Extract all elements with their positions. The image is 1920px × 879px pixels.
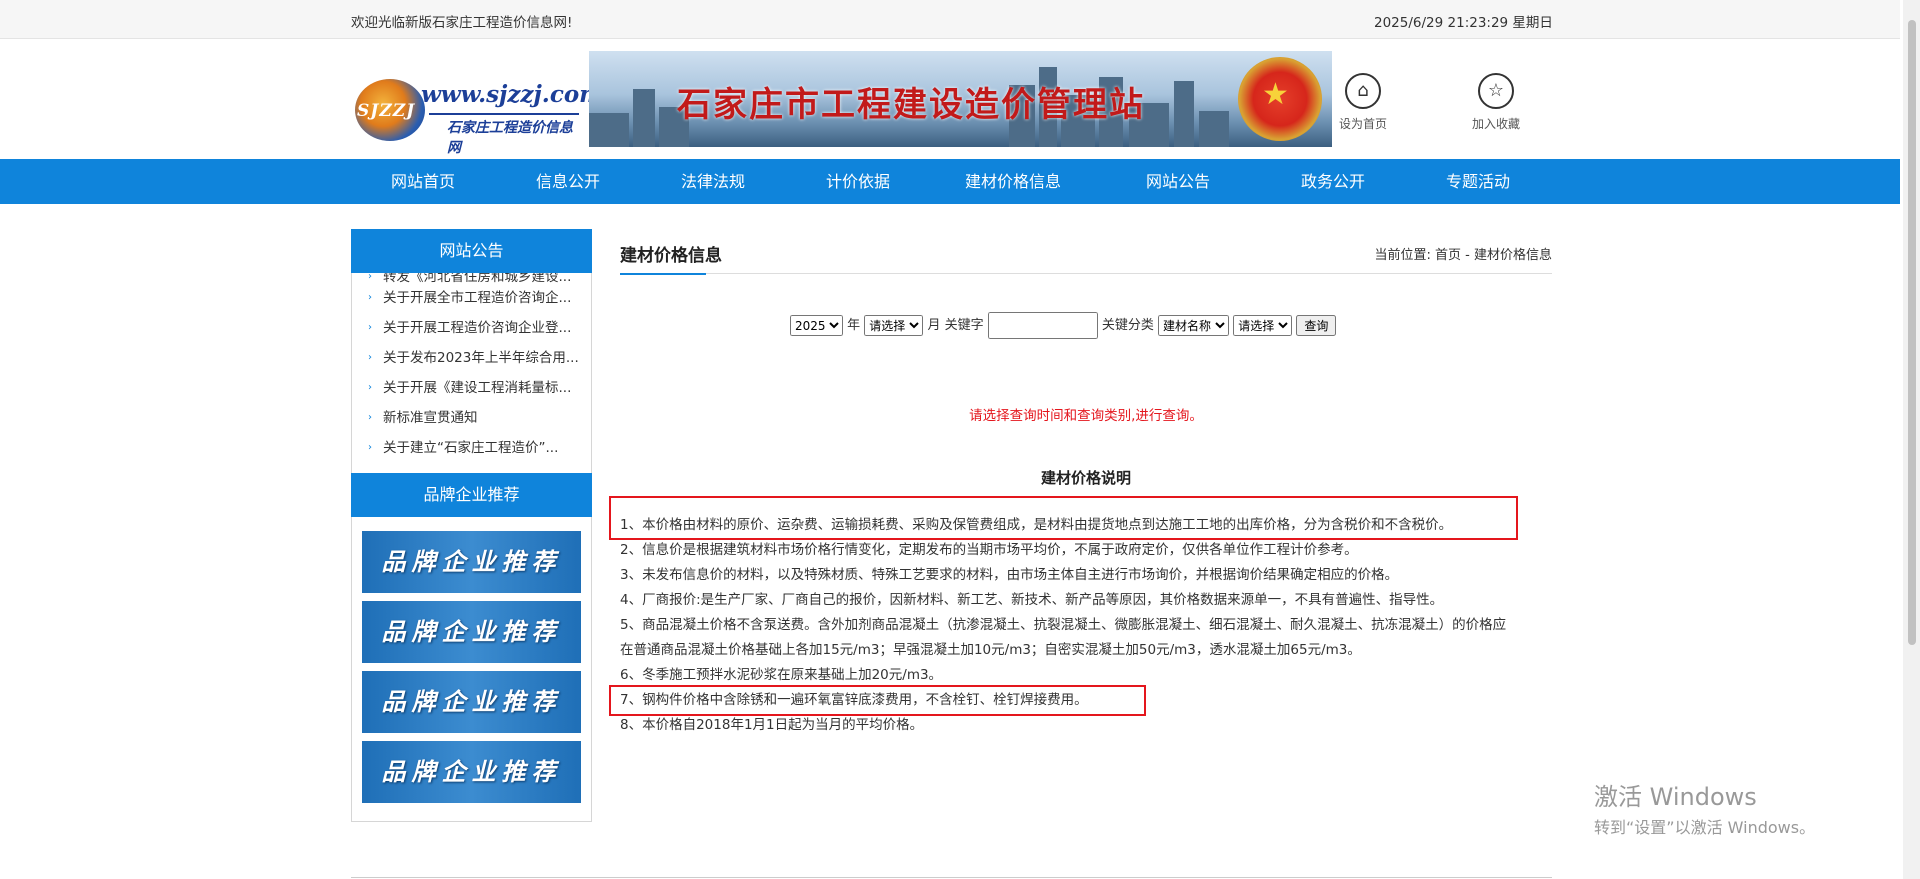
logo-url: www.sjzzj.com <box>421 81 604 108</box>
watermark-line-2: 转到“设置”以激活 Windows。 <box>1594 818 1816 837</box>
explanation-line: 5、商品混凝土价格不含泵送费。含外加剂商品混凝土（抗渗混凝土、抗裂混凝土、微膨胀… <box>620 617 1507 633</box>
scrollbar-thumb[interactable] <box>1908 20 1916 645</box>
notice-item[interactable]: › 关于开展工程造价咨询企业登... <box>368 313 591 343</box>
page-title: 建材价格信息 <box>620 246 722 266</box>
nav-government-affairs[interactable]: 政务公开 <box>1301 159 1365 204</box>
date-time: 2025/6/29 21:23:29 星期日 <box>1374 15 1553 31</box>
banner-title: 石家庄市工程建设造价管理站 <box>677 85 1145 125</box>
category-label: 关键分类 <box>1101 318 1154 333</box>
keyword-label: 关键字 <box>944 318 984 333</box>
month-select[interactable]: 请选择 <box>864 315 924 336</box>
explanation-line: 3、未发布信息价的材料，以及特殊材质、特殊工艺要求的材料，由市场主体自主进行市场… <box>620 567 1399 583</box>
watermark-line-1: 激活 Windows <box>1594 783 1757 811</box>
subcategory-select[interactable]: 请选择 <box>1233 315 1293 336</box>
notice-panel-title: 网站公告 <box>351 229 592 273</box>
logo-subtitle: 石家庄工程造价信息网 <box>447 120 573 156</box>
sidebar: 网站公告 › 转发《河北省住房和城乡建设... › 关于开展全市工程造价咨询企...… <box>351 229 592 822</box>
keyword-input[interactable] <box>987 312 1098 339</box>
notice-item[interactable]: › 关于开展全市工程造价咨询企... <box>368 283 591 313</box>
nav-laws[interactable]: 法律法规 <box>681 159 745 204</box>
nav-info-public[interactable]: 信息公开 <box>536 159 600 204</box>
activation-watermark: 激活 Windows 转到“设置”以激活 Windows。 <box>1594 777 1815 838</box>
top-bar: 欢迎光临新版石家庄工程造价信息网! 2025/6/29 21:23:29 星期日 <box>0 0 1900 39</box>
nav-home[interactable]: 网站首页 <box>391 159 455 204</box>
notice-item[interactable]: › 关于发布2023年上半年综合用... <box>368 343 591 373</box>
brand-list: 品牌企业推荐 品牌企业推荐 品牌企业推荐 品牌企业推荐 <box>351 517 592 822</box>
brand-banner[interactable]: 品牌企业推荐 <box>362 741 581 803</box>
notice-list: › 转发《河北省住房和城乡建设... › 关于开展全市工程造价咨询企... › 关于开… <box>351 273 592 473</box>
notice-item[interactable]: › 关于开展《建设工程消耗量标... <box>368 373 591 403</box>
brand-banner[interactable]: 品牌企业推荐 <box>362 531 581 593</box>
nav-material-prices[interactable]: 建材价格信息 <box>965 159 1061 204</box>
year-select[interactable]: 2025 <box>790 315 843 336</box>
year-label: 年 <box>847 318 861 333</box>
logo-divider <box>429 113 579 115</box>
category-select[interactable]: 建材名称 <box>1158 315 1230 336</box>
title-underline <box>620 273 706 275</box>
set-homepage-label: 设为首页 <box>1338 117 1387 131</box>
notice-item[interactable]: › 关于建立“石家庄工程造价”... <box>368 433 591 463</box>
content-header: 建材价格信息 当前位置: 首页 - 建材价格信息 <box>620 229 1552 275</box>
notice-item[interactable]: › 新标准宣贯通知 <box>368 403 591 433</box>
explanation-line: 8、本价格自2018年1月1日起为当月的平均价格。 <box>620 717 924 733</box>
national-emblem-icon: ★ <box>1238 57 1322 141</box>
query-warning: 请选择查询时间和查询类别,进行查询。 <box>969 408 1203 424</box>
welcome-text: 欢迎光临新版石家庄工程造价信息网! <box>351 15 573 31</box>
highlight-box <box>609 685 1146 716</box>
header: SJZZJ www.sjzzj.com 石家庄工程造价信息网 石家庄市工程建设造… <box>0 39 1900 159</box>
nav-special-events[interactable]: 专题活动 <box>1446 159 1510 204</box>
explanation-line: 2、信息价是根据建筑材料市场价格行情变化，定期发布的当期市场平均价，不属于政府定… <box>620 542 1358 558</box>
highlight-box <box>609 496 1518 540</box>
month-label: 月 <box>927 318 941 333</box>
query-button[interactable]: 查询 <box>1296 315 1337 336</box>
header-banner: 石家庄市工程建设造价管理站 ★ <box>589 51 1332 147</box>
add-favorite-label: 加入收藏 <box>1471 117 1520 131</box>
set-homepage-button[interactable]: ⌂ 设为首页 <box>1318 73 1408 132</box>
brand-banner[interactable]: 品牌企业推荐 <box>362 671 581 733</box>
explanation-title: 建材价格说明 <box>1040 469 1131 487</box>
nav-pricing-basis[interactable]: 计价依据 <box>826 159 890 204</box>
search-form: 2025 年 请选择 月 关键字 关键分类 建材名称 请选择 查询 <box>790 312 1337 339</box>
home-icon: ⌂ <box>1345 73 1381 109</box>
brand-banner[interactable]: 品牌企业推荐 <box>362 601 581 663</box>
logo-abbr: SJZZJ <box>357 101 416 121</box>
main-content: 建材价格信息 当前位置: 首页 - 建材价格信息 2025 年 请选择 月 关键… <box>609 229 1552 733</box>
star-icon: ☆ <box>1478 73 1514 109</box>
breadcrumb: 当前位置: 首页 - 建材价格信息 <box>1374 248 1552 263</box>
site-logo[interactable]: SJZZJ www.sjzzj.com 石家庄工程造价信息网 <box>351 61 604 169</box>
footer-divider <box>351 877 1552 878</box>
add-favorite-button[interactable]: ☆ 加入收藏 <box>1451 73 1541 132</box>
nav-announcements[interactable]: 网站公告 <box>1146 159 1210 204</box>
brand-panel-title: 品牌企业推荐 <box>351 473 592 517</box>
vertical-scrollbar[interactable] <box>1903 0 1920 879</box>
explanation-line: 在普通商品混凝土价格基础上各加15元/m3；早强混凝土加10元/m3；自密实混凝… <box>620 642 1361 658</box>
main-nav: 网站首页 信息公开 法律法规 计价依据 建材价格信息 网站公告 政务公开 专题活… <box>0 159 1900 204</box>
explanation-line: 4、厂商报价:是生产厂家、厂商自己的报价，因新材料、新工艺、新技术、新产品等原因… <box>620 592 1444 608</box>
